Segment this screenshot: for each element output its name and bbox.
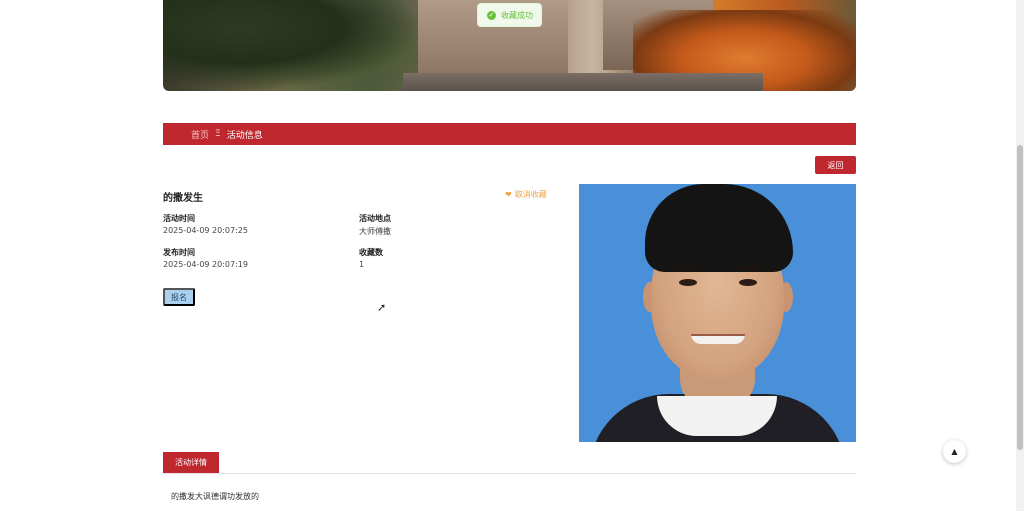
- check-circle-icon: ✓: [487, 10, 496, 20]
- back-button[interactable]: 返回: [815, 156, 856, 174]
- breadcrumb: 首页 Ξ 活动信息: [163, 123, 856, 145]
- scroll-to-top-button[interactable]: ▲: [943, 440, 966, 463]
- publish-time-value: 2025-04-09 20:07:19: [163, 260, 248, 269]
- page-scrollbar[interactable]: [1016, 0, 1024, 511]
- tab-activity-detail[interactable]: 活动详情: [163, 452, 219, 473]
- heart-icon: ❤: [505, 190, 512, 199]
- banner-palm-trees: [163, 0, 423, 91]
- toast-text: 收藏成功: [501, 10, 533, 20]
- favorite-count-value: 1: [359, 260, 365, 269]
- banner-road: [403, 73, 763, 91]
- favorite-count-label: 收藏数: [359, 248, 383, 257]
- photo-eye-right: [739, 279, 757, 286]
- breadcrumb-separator: Ξ: [215, 129, 221, 139]
- success-toast: ✓ 收藏成功: [477, 3, 542, 27]
- photo-brow-left: [674, 266, 700, 271]
- tab-divider: [163, 473, 856, 474]
- mouse-cursor-icon: ➚: [377, 301, 387, 314]
- activity-time-label: 活动时间: [163, 214, 195, 223]
- activity-detail-content: 的撒发大讽德谓功发放的: [171, 492, 259, 501]
- activity-location-label: 活动地点: [359, 214, 391, 223]
- scrollbar-thumb[interactable]: [1017, 145, 1023, 450]
- activity-photo: [579, 184, 856, 442]
- photo-smile: [691, 334, 745, 344]
- activity-location-value: 大师傅撒: [359, 227, 391, 236]
- unfavorite-label: 取消收藏: [514, 190, 547, 199]
- activity-time-value: 2025-04-09 20:07:25: [163, 226, 248, 235]
- photo-brow-right: [736, 266, 762, 271]
- breadcrumb-home[interactable]: 首页: [191, 128, 209, 141]
- activity-title: 的撒发生: [163, 193, 203, 204]
- photo-eye-left: [679, 279, 697, 286]
- publish-time-label: 发布时间: [163, 248, 195, 257]
- photo-hair: [645, 184, 793, 272]
- unfavorite-button[interactable]: ❤ 取消收藏: [505, 189, 547, 200]
- breadcrumb-current: 活动信息: [226, 130, 263, 141]
- signup-button[interactable]: 报名: [163, 288, 195, 306]
- caret-up-icon: ▲: [951, 447, 958, 456]
